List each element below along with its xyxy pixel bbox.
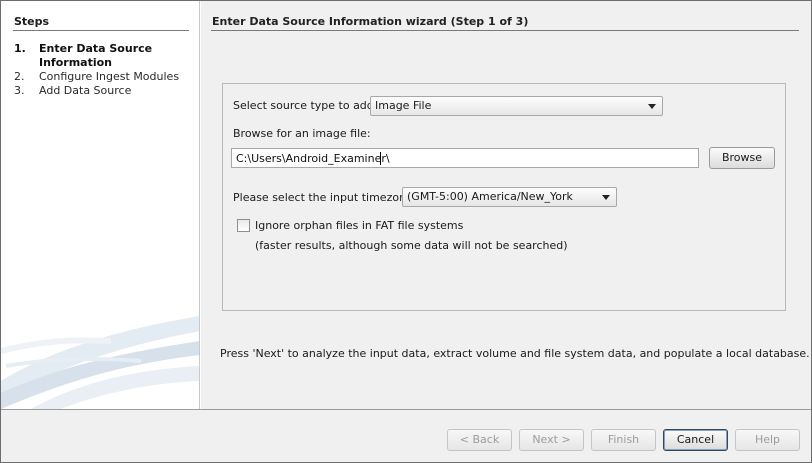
next-step-instructions: Press 'Next' to analyze the input data, …	[220, 347, 810, 360]
wizard-header: Enter Data Source Information wizard (St…	[212, 15, 529, 28]
step-enter-data-source: 1. Enter Data Source Information	[14, 42, 194, 70]
step-label: Configure Ingest Modules	[39, 70, 180, 83]
source-type-value: Image File	[375, 99, 432, 112]
wizard-header-divider	[211, 30, 799, 31]
browse-label: Browse for an image file:	[233, 127, 371, 140]
step-number: 2.	[14, 70, 25, 83]
step-label: Add Data Source	[39, 84, 132, 97]
back-button[interactable]: < Back	[447, 429, 512, 451]
chevron-down-icon	[602, 195, 610, 200]
wizard-content-pane: Enter Data Source Information wizard (St…	[201, 1, 811, 409]
ignore-orphan-files-checkbox[interactable]	[237, 219, 250, 232]
ignore-orphan-files-note: (faster results, although some data will…	[255, 239, 568, 252]
next-button[interactable]: Next >	[519, 429, 584, 451]
step-label: Enter Data Source Information	[39, 42, 153, 69]
source-type-label: Select source type to add:	[233, 99, 378, 112]
steps-title: Steps	[14, 15, 50, 28]
step-add-data-source: 3. Add Data Source	[14, 84, 194, 98]
timezone-select[interactable]: (GMT-5:00) America/New_York	[402, 187, 617, 207]
cancel-button[interactable]: Cancel	[663, 429, 728, 451]
timezone-value: (GMT-5:00) America/New_York	[407, 190, 573, 203]
step-configure-ingest: 2. Configure Ingest Modules	[14, 70, 194, 84]
wizard-button-bar: < Back Next > Finish Cancel Help	[1, 409, 811, 462]
text-caret	[380, 152, 381, 165]
source-type-select[interactable]: Image File	[370, 96, 663, 116]
chevron-down-icon	[648, 104, 656, 109]
ignore-orphan-files-label: Ignore orphan files in FAT file systems	[255, 219, 464, 232]
browse-button[interactable]: Browse	[709, 147, 775, 169]
image-path-value: C:\Users\Android_Examiner\	[236, 152, 390, 165]
steps-pane: Steps 1. Enter Data Source Information 2…	[1, 1, 200, 409]
add-data-source-wizard: Steps 1. Enter Data Source Information 2…	[0, 0, 812, 463]
step-number: 1.	[14, 42, 26, 55]
finish-button[interactable]: Finish	[591, 429, 656, 451]
decorative-swoosh-graphic	[1, 316, 199, 409]
image-path-input[interactable]: C:\Users\Android_Examiner\	[231, 148, 699, 168]
steps-divider	[13, 30, 189, 31]
data-source-options-panel: Select source type to add: Image File Br…	[222, 83, 786, 311]
steps-list: 1. Enter Data Source Information 2. Conf…	[14, 42, 194, 98]
timezone-label: Please select the input timezone:	[233, 191, 417, 204]
help-button[interactable]: Help	[735, 429, 800, 451]
step-number: 3.	[14, 84, 25, 97]
